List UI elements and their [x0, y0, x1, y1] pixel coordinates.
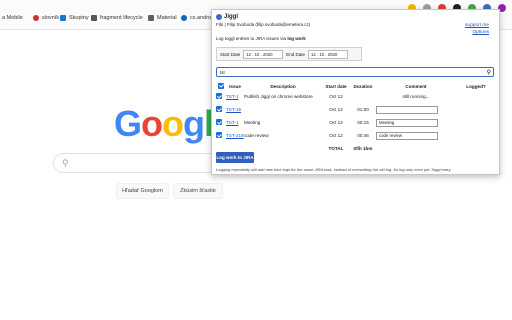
- google-search-button[interactable]: Hľadať Googlom: [116, 183, 169, 199]
- issue-link[interactable]: TST-219: [226, 133, 244, 138]
- filter-input[interactable]: tst ⚲: [216, 67, 494, 77]
- row-description: code review: [244, 133, 269, 138]
- logo-letter: o: [141, 103, 163, 144]
- bookmark-icon: [60, 15, 66, 21]
- bookmark-label: slovník: [42, 15, 60, 21]
- header-logged: Logged?: [466, 83, 486, 89]
- row-start-date: Oct 12: [329, 94, 343, 99]
- issues-table: Issue Description Start date Duration Co…: [216, 82, 496, 155]
- popup-title-text: Jiggl: [224, 14, 239, 20]
- logo-letter: o: [162, 103, 184, 144]
- logo-letter: g: [183, 103, 205, 144]
- bookmark-label: cs.andro: [190, 15, 212, 21]
- comment-input[interactable]: [376, 105, 438, 114]
- bookmark-label: a Mobile: [2, 15, 23, 21]
- user-info: Fibi | Filip Svoboda (filip.svoboda@emet…: [216, 22, 311, 27]
- row-checkbox[interactable]: [216, 129, 226, 142]
- bookmark-slovnik[interactable]: slovník: [33, 12, 59, 24]
- start-date-input[interactable]: 12 . 10 . 2020: [243, 49, 284, 59]
- row-duration: 00:15: [357, 120, 369, 125]
- popup-description: Log toggl entries to JIRA issues via log…: [216, 36, 306, 41]
- start-date-label: Start Date: [220, 51, 241, 57]
- feeling-lucky-button[interactable]: Zkúsim šťastie: [173, 183, 223, 199]
- header-start-date: Start date: [325, 83, 347, 89]
- row-start-date: Oct 12: [329, 120, 343, 125]
- row-logged: [456, 103, 496, 116]
- end-date-input[interactable]: 12 . 10 . 2020: [308, 49, 349, 59]
- bookmark-icon: [148, 15, 154, 21]
- jiggl-popup: Jiggl Fibi | Filip Svoboda (filip.svobod…: [211, 9, 500, 175]
- row-duration: 00:46: [357, 133, 369, 138]
- total-label: TOTAL: [328, 146, 344, 151]
- row-description: Meeting: [244, 120, 261, 125]
- comment-input[interactable]: Meeting: [376, 118, 438, 127]
- search-icon: ⚲: [62, 158, 69, 168]
- issue-link[interactable]: TST-1: [226, 94, 239, 99]
- search-icon[interactable]: ⚲: [487, 69, 491, 76]
- total-value: 0fih 1bm: [353, 146, 373, 151]
- header-duration: Duration: [353, 83, 373, 89]
- row-logged: [456, 116, 496, 129]
- description-bold: log work: [287, 36, 306, 41]
- row-duration: 01:00: [357, 107, 369, 112]
- row-checkbox[interactable]: [216, 116, 226, 129]
- logging-note: Logging repeatedly will add new time log…: [216, 167, 452, 172]
- row-start-date: Oct 12: [329, 133, 343, 138]
- header-issue: Issue: [229, 83, 241, 89]
- table-row: TST-1 Publish Jiggl on chrome webstore O…: [216, 90, 496, 103]
- end-date-label: End Date: [286, 51, 306, 57]
- filter-value: tst: [220, 69, 225, 75]
- bookmark-skupiny[interactable]: Skupiny: [60, 12, 89, 24]
- bookmark-material[interactable]: Material: [148, 12, 177, 24]
- jiggl-logo-icon: [216, 14, 222, 20]
- bookmark-cs-android[interactable]: cs.andro: [181, 12, 211, 24]
- row-description: [244, 103, 322, 116]
- row-logged: [456, 129, 496, 142]
- row-duration: [350, 90, 376, 103]
- table-row: TST-15 Oct 12 01:00: [216, 103, 496, 116]
- header-comment: Comment: [405, 83, 427, 89]
- issue-link[interactable]: TST-15: [226, 107, 241, 112]
- row-checkbox[interactable]: [216, 90, 226, 103]
- table-header: Issue Description Start date Duration Co…: [216, 82, 496, 90]
- table-row: TST-1 Meeting Oct 12 00:15 Meeting: [216, 116, 496, 129]
- comment-input[interactable]: code review: [376, 131, 438, 140]
- bookmark-mobile[interactable]: a Mobile: [2, 12, 23, 24]
- popup-links: support me Options: [465, 22, 489, 36]
- log-work-button[interactable]: Log work to JIRA: [216, 152, 254, 163]
- issue-link[interactable]: TST-1: [226, 120, 239, 125]
- bookmark-label: Skupiny: [69, 15, 89, 21]
- date-range: Start Date 12 . 10 . 2020 End Date 12 . …: [216, 47, 362, 61]
- row-checkbox[interactable]: [216, 103, 226, 116]
- logo-letter: G: [114, 103, 142, 144]
- bookmark-label: fragment lifecycle: [100, 15, 143, 21]
- select-all-checkbox[interactable]: [216, 82, 226, 90]
- bookmark-icon: [181, 15, 187, 21]
- bookmark-icon: [33, 15, 39, 21]
- options-link[interactable]: Options: [465, 29, 489, 36]
- description-text: Log toggl entries to JIRA issues via: [216, 36, 287, 41]
- total-row: TOTAL 0fih 1bm: [216, 142, 496, 155]
- bookmark-fragment-lifecycle[interactable]: fragment lifecycle: [91, 12, 143, 24]
- bookmark-icon: [91, 15, 97, 21]
- support-link[interactable]: support me: [465, 22, 489, 29]
- table-row: TST-219 code review Oct 12 00:46 code re…: [216, 129, 496, 142]
- row-description: Publish Jiggl on chrome webstore: [244, 94, 313, 99]
- header-description: Description: [270, 83, 296, 89]
- popup-title: Jiggl: [216, 14, 238, 20]
- bookmark-label: Material: [157, 15, 177, 21]
- row-logged: [456, 90, 496, 103]
- row-status: still running...: [402, 94, 430, 99]
- row-start-date: Oct 12: [329, 107, 343, 112]
